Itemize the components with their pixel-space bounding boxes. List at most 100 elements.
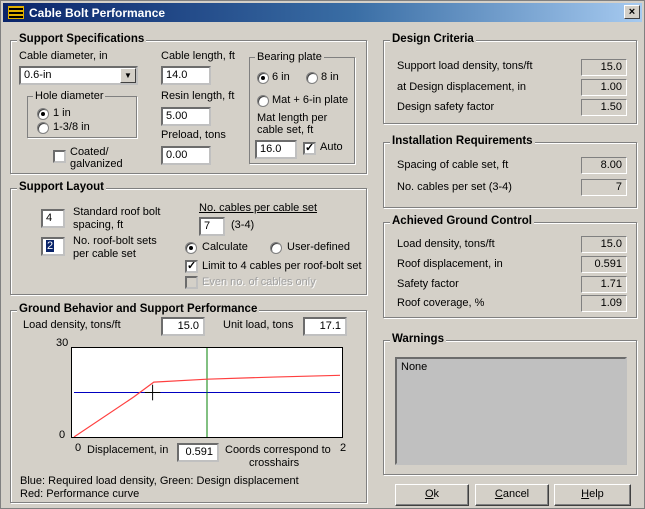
auto-checkbox[interactable]: ✓ xyxy=(303,142,316,155)
ach-value-1: 0.591 xyxy=(581,256,627,273)
cables-per-set-input[interactable]: 7 xyxy=(199,217,225,236)
load-density-label: Load density, tons/ft xyxy=(23,319,121,331)
even-cables-label: Even no. of cables only xyxy=(202,276,316,288)
hole-diameter-title: Hole diameter xyxy=(33,90,106,102)
unit-load-label: Unit load, tons xyxy=(223,319,294,331)
plate-8in-label: 8 in xyxy=(321,71,339,83)
roof-bolt-sets-label: No. roof-bolt sets xyxy=(73,235,157,247)
cable-length-input[interactable]: 14.0 xyxy=(161,66,211,85)
mat-length-label: Mat length per xyxy=(257,112,328,124)
chart-legend-2: Red: Performance curve xyxy=(20,488,140,500)
plate-6in-label: 6 in xyxy=(272,71,290,83)
hole-1-3-8in-radio[interactable] xyxy=(37,122,49,134)
help-button[interactable]: Help xyxy=(554,484,631,506)
coords-note: Coords correspond to xyxy=(225,444,331,456)
cancel-label: Cancel xyxy=(494,488,530,500)
galvanized-label: galvanized xyxy=(70,158,123,170)
ach-label-2: Safety factor xyxy=(397,278,459,290)
group-title: Installation Requirements xyxy=(390,135,535,147)
limit-cables-checkbox[interactable]: ✓ xyxy=(185,260,198,273)
y-axis-max-label: 30 xyxy=(56,337,69,349)
resin-length-label: Resin length, ft xyxy=(161,90,235,102)
coated-label: Coated/ xyxy=(70,146,109,158)
user-defined-radio[interactable] xyxy=(270,242,282,254)
cable-diameter-label: Cable diameter, in xyxy=(19,50,108,62)
close-button[interactable]: × xyxy=(624,5,640,19)
inst-value-1: 7 xyxy=(581,179,627,196)
group-title: Warnings xyxy=(390,333,446,345)
mat-length-label-2: cable set, ft xyxy=(257,124,314,136)
displacement-value: 0.591 xyxy=(177,443,219,462)
group-title: Design Criteria xyxy=(390,33,476,45)
window-title: Cable Bolt Performance xyxy=(29,6,166,20)
resin-length-input[interactable]: 5.00 xyxy=(161,107,211,126)
cables-per-set-range: (3-4) xyxy=(231,219,255,231)
installation-group: Installation Requirements xyxy=(383,135,637,208)
group-title: Ground Behavior and Support Performance xyxy=(17,303,260,315)
x-axis-min-label: 0 xyxy=(75,442,82,454)
inst-value-0: 8.00 xyxy=(581,157,627,174)
coords-note-2: crosshairs xyxy=(249,457,300,469)
roof-bolt-spacing-label-2: spacing, ft xyxy=(73,219,124,231)
preload-label: Preload, tons xyxy=(161,129,226,141)
cable-bolt-dialog: Cable Bolt Performance × Support Specifi… xyxy=(0,0,645,509)
dc-value-0: 15.0 xyxy=(581,59,627,76)
group-title: Achieved Ground Control xyxy=(390,215,534,227)
roof-bolt-sets-value: 2 xyxy=(46,240,55,252)
x-axis-title: Displacement, in xyxy=(87,444,169,456)
dc-value-1: 1.00 xyxy=(581,79,627,96)
ok-button[interactable]: Ok xyxy=(395,484,469,506)
group-title: Support Layout xyxy=(17,181,106,193)
dc-label-2: Design safety factor xyxy=(397,101,495,113)
ach-value-2: 1.71 xyxy=(581,276,627,293)
plate-mat-label: Mat + 6-in plate xyxy=(272,94,349,106)
x-axis-max-label: 2 xyxy=(340,442,347,454)
limit-cables-label: Limit to 4 cables per roof-bolt set xyxy=(202,260,362,272)
hole-1-3-8in-label: 1-3/8 in xyxy=(53,121,90,133)
plate-mat-radio[interactable] xyxy=(257,95,269,107)
ach-value-3: 1.09 xyxy=(581,295,627,312)
cancel-button[interactable]: Cancel xyxy=(475,484,549,506)
dc-label-1: at Design displacement, in xyxy=(397,81,527,93)
title-bar[interactable]: Cable Bolt Performance × xyxy=(3,3,642,22)
hole-1in-radio[interactable] xyxy=(37,108,49,120)
chart-legend-1: Blue: Required load density, Green: Desi… xyxy=(20,475,299,487)
cable-length-label: Cable length, ft xyxy=(161,50,235,62)
ach-label-3: Roof coverage, % xyxy=(397,297,485,309)
preload-input[interactable]: 0.00 xyxy=(161,146,211,165)
dc-value-2: 1.50 xyxy=(581,99,627,116)
inst-label-1: No. cables per set (3-4) xyxy=(397,181,512,193)
warnings-text-area[interactable]: None xyxy=(395,357,627,465)
mat-length-input[interactable]: 16.0 xyxy=(255,140,297,159)
ach-label-0: Load density, tons/ft xyxy=(397,238,495,250)
user-defined-label: User-defined xyxy=(287,241,350,253)
calculate-radio[interactable] xyxy=(185,242,197,254)
plate-8in-radio[interactable] xyxy=(306,72,318,84)
even-cables-checkbox[interactable] xyxy=(185,276,198,289)
ok-label: Ok xyxy=(424,488,440,500)
help-label: Help xyxy=(581,488,604,500)
app-icon xyxy=(8,6,24,19)
performance-chart[interactable] xyxy=(71,347,343,438)
dc-label-0: Support load density, tons/ft xyxy=(397,60,533,72)
auto-label: Auto xyxy=(320,141,343,153)
ach-value-0: 15.0 xyxy=(581,236,627,253)
y-axis-min-label: 0 xyxy=(59,429,66,441)
roof-bolt-spacing-input[interactable]: 4 xyxy=(41,209,65,228)
cable-diameter-value: 0.6-in xyxy=(24,69,52,81)
roof-bolt-sets-label-2: per cable set xyxy=(73,248,136,260)
unit-load-value: 17.1 xyxy=(303,317,347,336)
cables-per-set-label: No. cables per cable set xyxy=(199,202,318,214)
roof-bolt-sets-input[interactable]: 2 xyxy=(41,237,65,256)
group-title: Support Specifications xyxy=(17,33,147,45)
load-density-value: 15.0 xyxy=(161,317,205,336)
ach-label-1: Roof displacement, in xyxy=(397,258,503,270)
roof-bolt-spacing-label: Standard roof bolt xyxy=(73,206,161,218)
bearing-plate-title: Bearing plate xyxy=(255,51,324,63)
inst-label-0: Spacing of cable set, ft xyxy=(397,159,509,171)
warnings-text: None xyxy=(401,361,428,373)
plate-6in-radio[interactable] xyxy=(257,72,269,84)
coated-checkbox[interactable] xyxy=(53,150,66,163)
chevron-down-icon[interactable]: ▼ xyxy=(120,68,136,83)
hole-1in-label: 1 in xyxy=(53,107,71,119)
